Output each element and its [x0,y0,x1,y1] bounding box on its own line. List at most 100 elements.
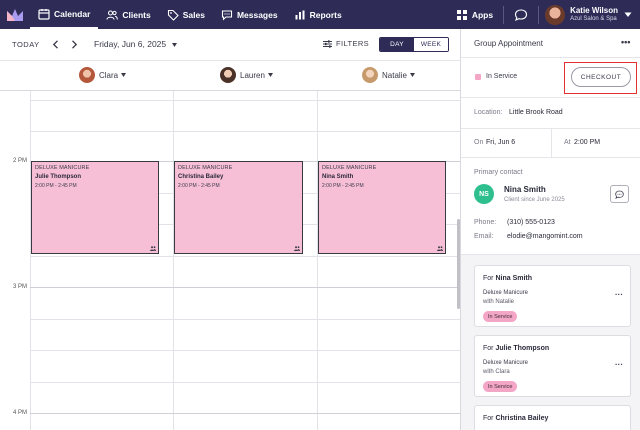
calendar-grid[interactable]: 2 PM 3 PM 4 PM DELUXE MANICURE Julie Tho… [0,91,460,430]
staff-name: Lauren [240,70,265,80]
date-picker[interactable]: Friday, Jun 6, 2025 [94,39,177,49]
member-card[interactable]: For Julie Thompson Deluxe Manicure with … [474,335,631,397]
column-divider [317,91,318,430]
member-card[interactable]: For Christina Bailey [474,405,631,430]
phone-value[interactable]: (310) 555-0123 [507,219,555,226]
caret-down-icon [409,73,415,77]
status-badge: In Service [483,311,518,322]
date-label: On [474,139,484,146]
today-button[interactable]: TODAY [12,40,40,49]
group-icon [294,246,300,251]
calendar-icon [38,8,50,20]
chat-bubble-icon [615,190,624,199]
phone-label: Phone: [474,219,497,226]
user-location: Azul Salon & Spa [570,15,617,22]
column-divider [173,91,174,430]
staff-column-lauren[interactable]: Lauren [220,67,273,83]
appointment-details-panel: Group Appointment ••• In Service CHECKOU… [460,29,640,430]
nav-messages[interactable]: Messages [213,0,286,29]
appointment-client: Nina Smith [322,174,354,180]
location-value: Little Brook Road [509,109,563,116]
user-menu[interactable]: Katie Wilson Azul Salon & Spa [570,6,618,22]
top-nav: Calendar Clients Sales Messages Reports … [0,0,640,29]
member-card[interactable]: For Nina Smith Deluxe Manicure with Nata… [474,265,631,327]
nav-reports[interactable]: Reports [286,0,350,29]
appointment-service: DELUXE MANICURE [322,165,377,171]
message-contact-button[interactable] [610,185,629,203]
notifications-chat-icon[interactable] [514,8,528,22]
group-icon [437,246,443,251]
bar-chart-icon [294,9,306,21]
caret-down-icon [121,73,127,77]
location-row[interactable]: Location: Little Brook Road [461,98,640,129]
appointment-time: 2:00 PM - 2:45 PM [35,183,77,189]
apps-grid-icon [456,9,468,21]
chevron-down-icon[interactable] [624,12,632,18]
chat-bubble-icon [221,9,233,21]
time-value[interactable]: 2:00 PM [574,139,600,146]
member-service: Deluxe Manicure [483,360,529,366]
panel-header: Group Appointment ••• [461,29,640,58]
nav-calendar[interactable]: Calendar [30,0,99,29]
divider [551,129,552,158]
member-staff: with Clara [483,369,510,375]
filters-label: FILTERS [336,39,370,48]
slot-line [30,319,460,320]
contact-name[interactable]: Nina Smith [504,185,546,194]
more-options-icon[interactable]: ••• [621,37,630,47]
status-badge: In Service [483,381,518,392]
checkout-button[interactable]: CHECKOUT [571,67,631,87]
slot-line [30,382,460,383]
slot-line [30,350,460,351]
appointment-card[interactable]: DELUXE MANICURE Christina Bailey 2:00 PM… [174,161,303,254]
member-staff: with Natalie [483,299,515,305]
date-value[interactable]: Fri, Jun 6 [486,139,515,146]
clients-icon [106,9,119,21]
filter-sliders-icon [323,39,332,48]
view-day-button[interactable]: DAY [380,38,414,51]
nav-apps[interactable]: Apps [452,0,497,29]
staff-column-clara[interactable]: Clara [79,67,127,83]
caret-down-icon [171,43,177,47]
appointment-time: 2:00 PM - 2:45 PM [178,183,220,189]
member-service: Deluxe Manicure [483,290,529,296]
time-label: 2 PM [13,158,28,164]
appointment-card[interactable]: DELUXE MANICURE Julie Thompson 2:00 PM -… [31,161,159,254]
user-avatar[interactable] [545,4,566,25]
member-for: For Julie Thompson [483,345,550,352]
more-options-icon[interactable]: ··· [615,290,623,299]
column-divider [30,91,31,430]
member-for: For Nina Smith [483,275,533,282]
nav-divider [538,5,540,24]
email-value[interactable]: elodie@mangomint.com [507,233,583,240]
next-day-button[interactable] [69,38,79,50]
staff-column-natalie[interactable]: Natalie [362,67,415,83]
nav-divider [503,5,505,24]
location-label: Location: [474,109,503,116]
filters-button[interactable]: FILTERS [323,39,369,48]
view-week-button[interactable]: WEEK [414,38,448,51]
contact-avatar[interactable]: NS [474,184,494,204]
group-icon [150,246,156,251]
slot-line [30,256,460,257]
time-label: 4 PM [13,410,28,416]
status-text: In Service [486,73,518,80]
primary-contact-label: Primary contact [474,169,523,176]
appointment-card[interactable]: DELUXE MANICURE Nina Smith 2:00 PM - 2:4… [318,161,446,254]
nav-reports-label: Reports [309,9,342,20]
nav-right: Apps Katie Wilson Azul Salon & Spa [452,0,640,29]
user-name: Katie Wilson [570,6,618,16]
group-members-list: For Nina Smith Deluxe Manicure with Nata… [461,254,640,430]
nav-sales[interactable]: Sales [159,0,213,29]
staff-avatar [362,67,378,83]
mangomint-logo-icon[interactable] [0,0,30,29]
date-label: Friday, Jun 6, 2025 [94,39,167,49]
prev-day-button[interactable] [50,38,60,50]
slot-line [30,131,460,132]
view-toggle: DAY WEEK [379,37,449,52]
more-options-icon[interactable]: ··· [615,360,623,369]
nav-clients[interactable]: Clients [98,0,158,29]
status-indicator [475,74,481,80]
status-row: In Service CHECKOUT [461,58,640,98]
appointment-service: DELUXE MANICURE [35,165,90,171]
